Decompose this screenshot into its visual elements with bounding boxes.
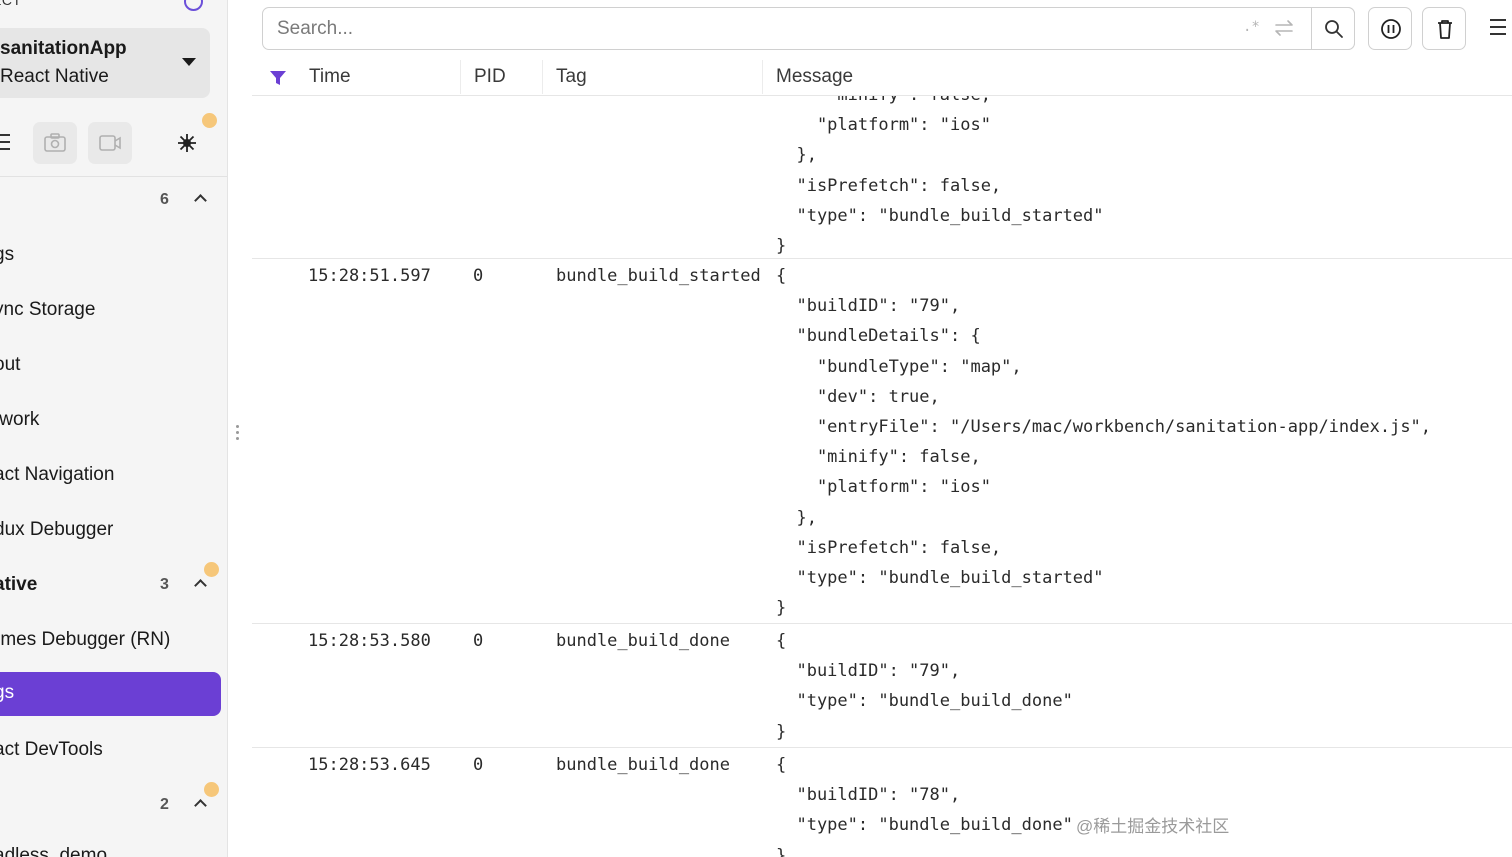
log-message: minify": false, "platform": "ios" }, "is… [776, 96, 1104, 257]
logs-panel: .* Time PID [252, 0, 1512, 857]
chevron-up-icon[interactable] [194, 194, 207, 207]
section-count: 6 [160, 191, 169, 208]
sidebar-item-react-navigation[interactable]: act Navigation [0, 464, 114, 486]
section-count: 2 [160, 796, 169, 813]
sidebar-item-async-storage[interactable]: ync Storage [0, 299, 95, 321]
log-message: { "buildID": "78", "type": "bundle_build… [776, 755, 1073, 857]
column-header-tag[interactable]: Tag [556, 66, 587, 88]
sidebar-section-title: ECT [0, 0, 22, 8]
log-message: { "buildID": "79", "type": "bundle_build… [776, 631, 1073, 742]
log-pid: 0 [473, 755, 484, 775]
chevron-up-icon[interactable] [194, 799, 207, 812]
divider [0, 176, 227, 177]
record-button[interactable] [88, 122, 132, 164]
bug-icon[interactable] [176, 132, 198, 154]
sidebar-item-logs[interactable]: gs [0, 244, 14, 266]
sidebar: ECT sanitationApp React Native 6 [0, 0, 228, 857]
caret-down-icon [182, 58, 196, 66]
column-header-message[interactable]: Message [776, 66, 853, 88]
pause-button[interactable] [1368, 7, 1412, 50]
sidebar-item-logs-active[interactable]: gs [0, 672, 221, 716]
list-icon[interactable] [0, 134, 10, 150]
sidebar-item-headless-demo[interactable]: adless_demo [0, 845, 107, 857]
clear-logs-button[interactable] [1422, 7, 1466, 50]
column-separator[interactable] [542, 60, 543, 94]
video-camera-icon [99, 135, 121, 151]
logs-toolbar: .* [252, 0, 1512, 58]
app-platform: React Native [0, 66, 109, 87]
camera-icon [44, 133, 66, 152]
trash-icon [1438, 20, 1452, 39]
chevron-up-icon[interactable] [194, 579, 207, 592]
log-message: { "buildID": "79", "bundleDetails": { "b… [776, 266, 1432, 619]
section-title-react-native: ative [0, 574, 38, 595]
log-tag: bundle_build_done [556, 755, 730, 775]
column-separator[interactable] [460, 60, 461, 94]
sidebar-item-redux-debugger[interactable]: dux Debugger [0, 519, 113, 541]
filter-icon[interactable] [269, 70, 287, 86]
log-time: 15:28:53.645 [308, 755, 431, 775]
swap-icon[interactable] [1273, 16, 1295, 40]
column-separator[interactable] [762, 60, 763, 94]
search-button[interactable] [1311, 7, 1355, 50]
log-row[interactable]: 15:28:53.645 0 bundle_build_done { "buil… [252, 747, 1512, 857]
log-row[interactable]: 15:28:51.597 0 bundle_build_started { "b… [252, 258, 1512, 623]
app-selector[interactable]: sanitationApp React Native [0, 28, 210, 98]
app-name: sanitationApp [0, 38, 127, 59]
notification-badge [204, 782, 219, 797]
sidebar-item-hermes-debugger[interactable]: rmes Debugger (RN) [0, 629, 170, 651]
watermark: @稀土掘金技术社区 [1076, 817, 1230, 836]
log-pid: 0 [473, 266, 484, 286]
pause-icon [1381, 19, 1401, 39]
menu-icon[interactable] [1490, 19, 1506, 40]
screenshot-button[interactable] [33, 122, 77, 164]
sidebar-item-layout[interactable]: out [0, 354, 20, 376]
resize-handle[interactable] [236, 425, 240, 445]
sidebar-item-label: gs [0, 682, 15, 703]
log-time: 15:28:51.597 [308, 266, 431, 286]
log-tag: bundle_build_done [556, 631, 730, 651]
log-list[interactable]: minify": false, "platform": "ios" }, "is… [252, 96, 1512, 857]
section-count: 3 [160, 576, 169, 593]
table-header: Time PID Tag Message [252, 58, 1512, 96]
log-time: 15:28:53.580 [308, 631, 431, 651]
search-input[interactable] [277, 17, 1177, 41]
regex-toggle-icon[interactable]: .* [1243, 19, 1260, 35]
notification-badge [202, 113, 217, 128]
sidebar-item-react-devtools[interactable]: act DevTools [0, 739, 103, 761]
log-row[interactable]: 15:28:53.580 0 bundle_build_done { "buil… [252, 623, 1512, 747]
log-row[interactable]: minify": false, "platform": "ios" }, "is… [252, 96, 1512, 258]
info-icon[interactable] [184, 0, 203, 11]
search-icon [1325, 20, 1343, 38]
log-tag: bundle_build_started [556, 266, 761, 286]
log-pid: 0 [473, 631, 484, 651]
search-box: .* [262, 7, 1355, 50]
column-header-pid[interactable]: PID [474, 66, 506, 88]
device-toolbar [0, 113, 227, 166]
column-header-time[interactable]: Time [309, 66, 351, 88]
notification-badge [204, 562, 219, 577]
sidebar-item-network[interactable]: twork [0, 409, 39, 431]
